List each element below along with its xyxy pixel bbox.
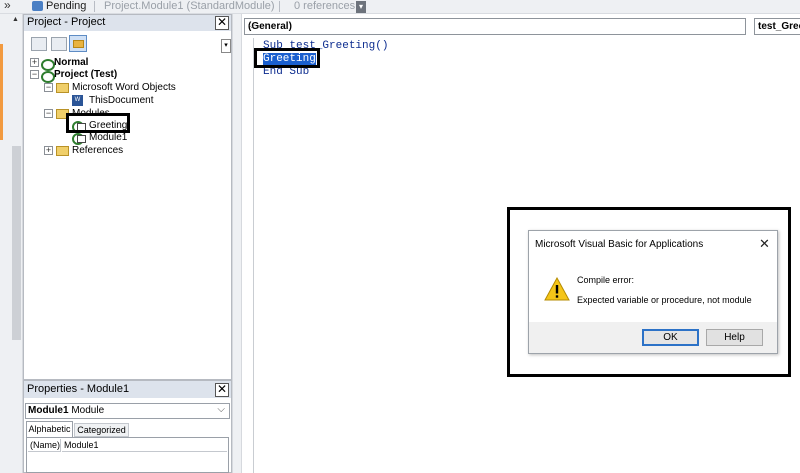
pending-label[interactable]: Pending <box>46 0 86 12</box>
close-properties-button[interactable]: ✕ <box>215 383 229 397</box>
error-heading: Compile error: <box>577 275 635 285</box>
properties-panel: Properties - Module1 ✕ Module1 Module ⌵ … <box>23 380 232 473</box>
ok-button[interactable]: OK <box>642 329 699 346</box>
project-icon <box>40 57 55 71</box>
properties-titlebar: Properties - Module1 <box>24 381 231 398</box>
project-icon <box>40 69 55 83</box>
folder-icon <box>56 146 69 156</box>
view-object-icon[interactable] <box>51 37 67 51</box>
toggle-folders-icon[interactable] <box>69 35 87 52</box>
expand-icon[interactable]: + <box>44 146 53 155</box>
view-code-icon[interactable] <box>31 37 47 51</box>
collapse-icon[interactable]: − <box>30 70 39 79</box>
project-explorer-titlebar: Project - Project <box>24 15 231 31</box>
tree-label: Microsoft Word Objects <box>72 82 176 93</box>
toolbar-separator <box>94 1 95 12</box>
procedure-combo-value: test_Greeting <box>758 21 800 32</box>
panel-splitter[interactable] <box>232 14 242 473</box>
left-scroll-strip: ▲ <box>0 14 23 473</box>
project-explorer-panel: Project - Project ✕ ▾ + Normal − Project… <box>23 14 232 380</box>
properties-title: Properties - Module1 <box>27 383 130 395</box>
references-count-label: 0 references <box>294 0 356 12</box>
close-project-explorer-button[interactable]: ✕ <box>215 16 229 30</box>
project-explorer-toolbar <box>24 33 231 55</box>
module-context-label: Project.Module1 (StandardModule) <box>104 0 275 12</box>
scrollbar-thumb[interactable] <box>12 146 21 340</box>
error-message: Expected variable or procedure, not modu… <box>577 295 752 305</box>
property-grid: (Name) Module1 <box>26 437 229 473</box>
compile-error-dialog: Microsoft Visual Basic for Applications … <box>528 230 778 354</box>
procedure-combo[interactable]: test_Greeting <box>754 18 800 35</box>
scroll-up-icon[interactable]: ▲ <box>12 16 19 23</box>
greeting-highlight-box <box>66 113 130 133</box>
chevron-down-icon[interactable]: ⌵ <box>248 20 741 31</box>
object-selector[interactable]: Module1 Module ⌵ <box>25 403 230 419</box>
collapse-icon[interactable]: − <box>44 83 53 92</box>
object-selector-value: Module1 Module <box>28 405 105 416</box>
property-value[interactable]: Module1 <box>62 439 227 452</box>
dropdown-arrow-icon[interactable]: ▾ <box>356 1 366 13</box>
object-combo[interactable]: (General) ⌵ <box>244 18 746 35</box>
toolbar-separator <box>279 1 280 12</box>
tree-label: References <box>72 145 124 156</box>
pending-icon <box>32 1 43 11</box>
expand-icon[interactable]: + <box>30 58 39 67</box>
warning-icon <box>544 277 570 301</box>
top-toolbar: » Pending Project.Module1 (StandardModul… <box>0 0 800 14</box>
tree-scroll-icon[interactable]: ▾ <box>221 39 231 53</box>
tree-label: Project (Test) <box>54 69 118 80</box>
property-name: (Name) <box>28 439 61 452</box>
tab-categorized[interactable]: Categorized <box>74 423 129 437</box>
folder-icon <box>56 83 69 93</box>
word-document-icon: W <box>72 95 83 106</box>
dialog-title: Microsoft Visual Basic for Applications <box>535 239 704 250</box>
overflow-chevron[interactable]: » <box>4 0 11 12</box>
chevron-down-icon[interactable]: ⌵ <box>217 404 225 415</box>
tree-label: ThisDocument <box>89 95 154 106</box>
project-explorer-title: Project - Project <box>27 16 106 28</box>
close-icon[interactable]: ✕ <box>759 236 770 252</box>
collapse-icon[interactable]: − <box>44 109 53 118</box>
code-highlight-box <box>254 48 320 68</box>
margin-indicator-bar[interactable] <box>242 38 254 473</box>
tab-alphabetic[interactable]: Alphabetic <box>26 421 73 437</box>
active-indicator <box>0 44 3 140</box>
help-button[interactable]: Help <box>706 329 763 346</box>
module-icon <box>72 132 86 145</box>
